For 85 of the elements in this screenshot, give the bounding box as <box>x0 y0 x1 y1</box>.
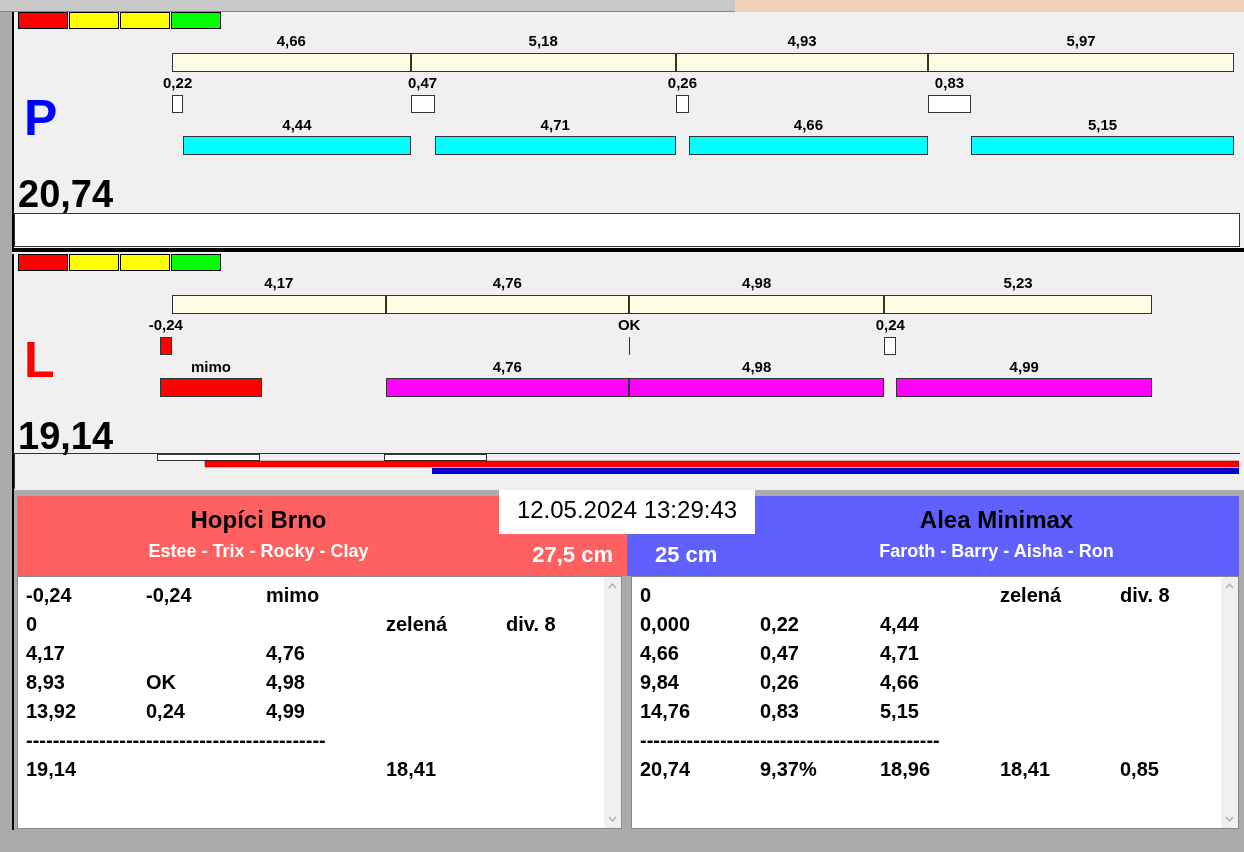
result-value: 20,74 <box>640 757 692 782</box>
reaction-time: 0,26 <box>667 74 698 91</box>
result-value: OK <box>146 670 177 695</box>
result-value: 0,47 <box>760 641 800 666</box>
reaction-time: 0,22 <box>163 74 193 91</box>
team-name: Alea Minimax <box>918 506 1075 534</box>
lane-letter: L <box>24 331 55 390</box>
result-time: 4,71 <box>540 116 570 133</box>
result-value: -0,24 <box>146 583 193 608</box>
lane-total: 19,14 <box>18 414 114 458</box>
scrollbar[interactable] <box>1221 577 1238 828</box>
result-value: 18,41 <box>1000 757 1052 782</box>
result-value: 0,24 <box>146 699 186 724</box>
result-value: 9,84 <box>640 670 680 695</box>
jump-height: 25 cm <box>654 542 719 568</box>
result-value: div. 8 <box>506 612 557 637</box>
result-time: mimo <box>190 358 231 375</box>
reference-time: 4,66 <box>276 32 306 49</box>
result-value: 18,96 <box>880 757 932 782</box>
reference-time: 5,18 <box>528 32 558 49</box>
reaction-box <box>675 95 690 113</box>
jump-height: 27,5 cm <box>531 542 614 568</box>
reference-time: 5,97 <box>1066 32 1096 49</box>
result-time: 5,15 <box>1087 116 1118 133</box>
result-value: -0,24 <box>26 583 73 608</box>
result-time: 4,98 <box>742 358 772 375</box>
reaction-time: -0,24 <box>148 316 183 333</box>
result-time: 4,76 <box>492 358 522 375</box>
result-value: 0,83 <box>760 699 800 724</box>
result-value: 4,44 <box>880 612 920 637</box>
reference-time: 4,93 <box>787 32 817 49</box>
reaction-box <box>159 337 172 355</box>
result-value: 4,66 <box>640 641 680 666</box>
result-value: 4,71 <box>880 641 920 666</box>
result-value: zelená <box>386 612 449 637</box>
result-value: 4,76 <box>266 641 306 666</box>
result-value: 5,15 <box>880 699 920 724</box>
reaction-box <box>410 95 435 113</box>
reference-time: 5,23 <box>1003 274 1033 291</box>
reference-time: 4,76 <box>492 274 522 291</box>
chevron-down-icon[interactable] <box>1225 816 1234 822</box>
lane-total: 20,74 <box>18 172 114 216</box>
result-time: 4,99 <box>1009 358 1039 375</box>
reaction-box <box>172 95 184 113</box>
reaction-box <box>884 337 897 355</box>
result-value: 0 <box>640 583 653 608</box>
result-value: 4,99 <box>266 699 306 724</box>
team-name: Hopíci Brno <box>189 506 328 534</box>
result-value: 4,66 <box>880 670 920 695</box>
date-time: 12.05.2024 13:29:43 <box>499 490 755 534</box>
chevron-up-icon[interactable] <box>1225 583 1234 589</box>
scrollbar[interactable] <box>604 577 621 828</box>
separator-line: --------------------------------------------- <box>26 728 326 753</box>
reaction-line <box>629 337 631 355</box>
result-time: 4,66 <box>793 116 823 133</box>
reaction-box <box>928 95 971 113</box>
dog-names: Faroth - Barry - Aisha - Ron <box>878 540 1115 562</box>
reference-time: 4,98 <box>742 274 772 291</box>
reaction-time: 0,47 <box>408 74 438 91</box>
reference-time: 4,17 <box>264 274 294 291</box>
result-value: 18,41 <box>386 757 438 782</box>
result-value: 19,14 <box>26 757 78 782</box>
result-value: 0,22 <box>760 612 800 637</box>
result-value: div. 8 <box>1120 583 1171 608</box>
reaction-time: 0,24 <box>875 316 905 333</box>
reaction-time: OK <box>617 316 641 333</box>
result-value: 4,17 <box>26 641 66 666</box>
dog-names: Estee - Trix - Rocky - Clay <box>147 540 370 562</box>
result-value: 0,26 <box>760 670 800 695</box>
result-value: 0,85 <box>1120 757 1160 782</box>
lane-letter: P <box>24 89 58 148</box>
result-value: 0 <box>26 612 39 637</box>
result-value: 9,37% <box>760 757 818 782</box>
result-value: 0,000 <box>640 612 692 637</box>
separator-line: --------------------------------------------- <box>640 728 940 753</box>
result-value: zelená <box>1000 583 1063 608</box>
result-value: 8,93 <box>26 670 66 695</box>
chevron-up-icon[interactable] <box>608 583 617 589</box>
result-value: 14,76 <box>640 699 692 724</box>
result-value: mimo <box>266 583 321 608</box>
reaction-time: 0,83 <box>934 74 965 91</box>
result-time: 4,44 <box>282 116 312 133</box>
chevron-down-icon[interactable] <box>608 816 617 822</box>
result-value: 13,92 <box>26 699 78 724</box>
result-value: 4,98 <box>266 670 306 695</box>
